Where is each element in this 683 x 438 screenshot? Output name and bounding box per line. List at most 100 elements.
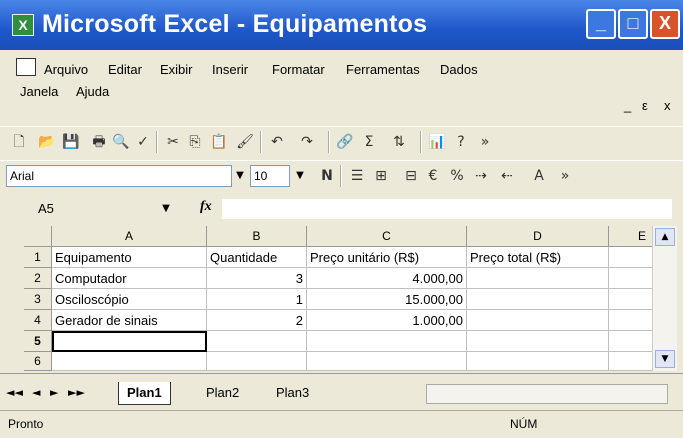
help-icon[interactable]: ? [452,133,470,151]
currency-style-icon[interactable]: ⊟ [402,167,420,185]
merge-center-icon[interactable]: ⊞ [372,167,390,185]
last-sheet-icon[interactable]: ►► [68,386,85,399]
open-folder-icon[interactable]: 📂 [38,133,56,151]
column-header-d[interactable]: D [467,226,609,247]
insert-function-icon[interactable]: fx [200,199,212,215]
spelling-icon[interactable]: ✓ [134,133,152,151]
name-box[interactable]: A5 [28,198,158,220]
cell-c3[interactable]: 15.000,00 [307,289,467,310]
first-sheet-icon[interactable]: ◄◄ [6,386,23,399]
select-all-corner[interactable] [24,226,52,247]
minimize-button[interactable]: _ [586,9,616,39]
status-text: Pronto [8,417,44,431]
column-header-b[interactable]: B [207,226,307,247]
toolbar-options-icon[interactable]: » [476,133,494,151]
cell-a2[interactable]: Computador [52,268,207,289]
cell-b1[interactable]: Quantidade [207,247,307,268]
vertical-scrollbar[interactable]: ▲ ▼ [652,226,677,371]
menu-formatar[interactable]: Formatar [272,62,325,77]
save-icon[interactable]: 💾 [62,133,80,151]
status-bar: Pronto NÚM [0,410,683,438]
close-button[interactable]: X [650,9,680,39]
row-header-6[interactable]: 6 [24,352,52,371]
cell-a3[interactable]: Osciloscópio [52,289,207,310]
scroll-down-icon[interactable]: ▼ [655,350,675,368]
cell-a1[interactable]: Equipamento [52,247,207,268]
sheet-tab-plan1[interactable]: Plan1 [118,382,171,405]
increase-decimal-icon[interactable]: ⇢ [472,167,490,185]
menu-exibir[interactable]: Exibir [160,62,193,77]
name-box-dropdown-icon[interactable]: ▼ [158,198,174,220]
font-color-icon[interactable]: A [530,167,548,185]
cell-d5[interactable] [467,331,609,352]
column-header-a[interactable]: A [52,226,207,247]
hyperlink-icon[interactable]: 🔗 [336,133,354,151]
cell-d2[interactable] [467,268,609,289]
menu-ferramentas[interactable]: Ferramentas [346,62,420,77]
cell-b3[interactable]: 1 [207,289,307,310]
euro-icon[interactable]: € [424,167,442,185]
chart-wizard-icon[interactable]: 📊 [428,133,446,151]
next-sheet-icon[interactable]: ► [50,386,58,399]
bold-button[interactable]: N [318,167,336,185]
sheet-tab-plan2[interactable]: Plan2 [198,382,247,404]
font-name-dropdown-icon[interactable]: ▼ [232,165,248,187]
cell-b2[interactable]: 3 [207,268,307,289]
cell-b6[interactable] [207,352,307,371]
cell-c2[interactable]: 4.000,00 [307,268,467,289]
format-painter-icon[interactable]: 🖌 [236,133,254,151]
align-center-icon[interactable]: ☰ [348,167,366,185]
maximize-button[interactable]: □ [618,9,648,39]
toolbar-options-icon[interactable]: » [556,167,574,185]
percent-style-icon[interactable]: % [448,167,466,185]
cell-a4[interactable]: Gerador de sinais [52,310,207,331]
copy-icon[interactable]: ⎘ [186,133,204,151]
row-header-1[interactable]: 1 [24,247,52,268]
menu-editar[interactable]: Editar [108,62,142,77]
print-icon[interactable]: 🖶 [90,133,108,151]
excel-icon[interactable]: X [12,14,34,36]
autosum-icon[interactable]: Σ [360,133,378,151]
menu-arquivo[interactable]: Arquivo [44,62,88,77]
cut-icon[interactable]: ✂ [164,133,182,151]
cell-c4[interactable]: 1.000,00 [307,310,467,331]
row-header-4[interactable]: 4 [24,310,52,331]
redo-icon[interactable]: ↷ [298,133,316,151]
horizontal-scrollbar[interactable] [426,384,668,404]
print-preview-icon[interactable]: 🔍 [112,133,130,151]
font-size-dropdown-icon[interactable]: ▼ [292,165,308,187]
menu-ajuda[interactable]: Ajuda [76,84,109,99]
row-header-5[interactable]: 5 [24,331,52,352]
paste-icon[interactable]: 📋 [210,133,228,151]
workbook-minimize-button[interactable]: _ [624,98,631,113]
sheet-tab-plan3[interactable]: Plan3 [268,382,317,404]
decrease-decimal-icon[interactable]: ⇠ [498,167,516,185]
cell-c5[interactable] [307,331,467,352]
cell-a5-active[interactable] [52,331,207,352]
cell-c6[interactable] [307,352,467,371]
undo-icon[interactable]: ↶ [268,133,286,151]
menu-janela[interactable]: Janela [20,84,58,99]
cell-d6[interactable] [467,352,609,371]
font-name-select[interactable]: Arial [6,165,232,187]
font-size-select[interactable]: 10 [250,165,290,187]
previous-sheet-icon[interactable]: ◄ [32,386,40,399]
cell-b5[interactable] [207,331,307,352]
cell-c1[interactable]: Preço unitário (R$) [307,247,467,268]
menu-inserir[interactable]: Inserir [212,62,248,77]
row-header-3[interactable]: 3 [24,289,52,310]
menu-dados[interactable]: Dados [440,62,478,77]
formula-input[interactable] [222,199,672,219]
cell-d4[interactable] [467,310,609,331]
scroll-up-icon[interactable]: ▲ [655,228,675,246]
sort-icon[interactable]: ⇅ [390,133,408,151]
column-header-c[interactable]: C [307,226,467,247]
cell-d1[interactable]: Preço total (R$) [467,247,609,268]
cell-d3[interactable] [467,289,609,310]
row-header-2[interactable]: 2 [24,268,52,289]
workbook-close-button[interactable]: x [664,98,671,113]
new-document-icon[interactable]: 🗋 [10,133,28,151]
cell-b4[interactable]: 2 [207,310,307,331]
cell-a6[interactable] [52,352,207,371]
workbook-restore-button[interactable]: ε [642,98,648,113]
